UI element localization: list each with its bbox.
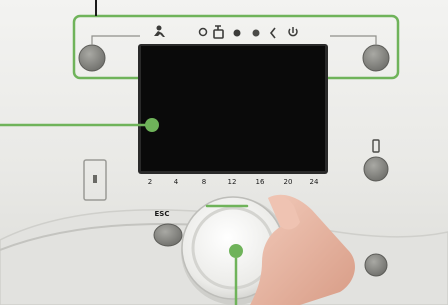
timeline-label: 16 [256,178,265,186]
boiler-panel-photo: 2 4 8 12 16 20 24 ESC OK [0,0,448,305]
callout-dot-knob [229,244,243,258]
top-right-button[interactable] [362,44,390,72]
top-left-button[interactable] [78,44,106,72]
timeline-label: 8 [202,178,206,186]
right-mid-button[interactable] [363,156,389,182]
esc-label: ESC [155,210,170,218]
esc-button[interactable] [153,223,183,247]
moon-icon [252,29,260,37]
timeline-label: 24 [310,178,319,186]
lcd-display [141,46,325,171]
tap-icon [233,29,241,37]
timeline-label: 12 [228,178,237,186]
side-slot-marker [93,175,97,183]
timeline-label: 20 [284,178,293,186]
bottom-right-button[interactable] [364,253,388,277]
timeline-label: 2 [148,178,152,186]
photo-canvas: 2 4 8 12 16 20 24 ESC OK [0,0,448,305]
callout-dot-display [145,118,159,132]
timeline-label: 4 [174,178,179,186]
